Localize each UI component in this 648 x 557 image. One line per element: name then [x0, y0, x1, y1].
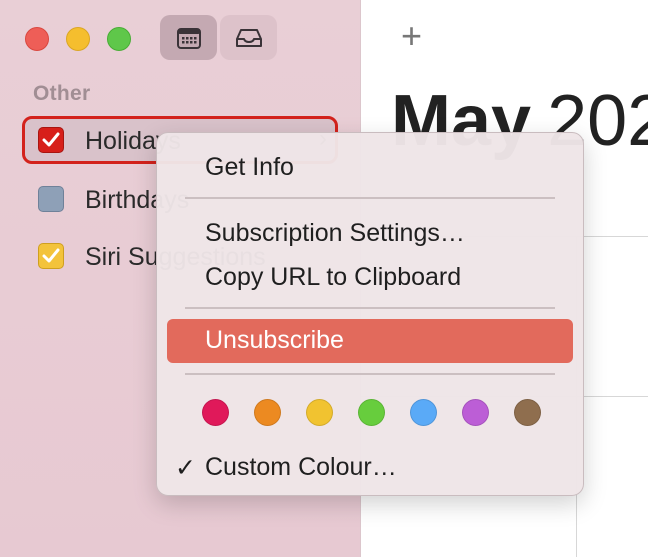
birthdays-checkbox[interactable]	[38, 186, 64, 212]
inbox-icon	[235, 28, 262, 47]
inbox-toggle-button[interactable]	[220, 15, 277, 60]
color-swatch-yellow[interactable]	[306, 399, 333, 426]
menu-item-get-info[interactable]: Get Info	[205, 153, 294, 182]
color-swatch-purple[interactable]	[462, 399, 489, 426]
menu-separator	[185, 307, 555, 309]
color-swatch-blue[interactable]	[410, 399, 437, 426]
context-menu: Get Info Subscription Settings… Copy URL…	[156, 132, 584, 496]
zoom-window-button[interactable]	[107, 27, 131, 51]
holidays-checkbox[interactable]	[38, 127, 64, 153]
menu-separator	[185, 197, 555, 199]
color-swatch-brown[interactable]	[514, 399, 541, 426]
checkmark-icon: ✓	[175, 454, 196, 482]
color-swatch-green[interactable]	[358, 399, 385, 426]
close-window-button[interactable]	[25, 27, 49, 51]
siri-suggestions-checkbox[interactable]	[38, 243, 64, 269]
section-title-other: Other	[33, 82, 91, 105]
menu-item-custom-colour[interactable]: Custom Colour…	[205, 453, 397, 482]
checkmark-icon	[42, 248, 60, 263]
minimize-window-button[interactable]	[66, 27, 90, 51]
menu-item-copy-url[interactable]: Copy URL to Clipboard	[205, 263, 461, 292]
menu-item-subscription-settings[interactable]: Subscription Settings…	[205, 219, 465, 248]
color-swatch-orange[interactable]	[254, 399, 281, 426]
checkmark-icon	[42, 132, 60, 147]
calendar-list-toggle-button[interactable]	[160, 15, 217, 60]
add-event-button[interactable]: +	[401, 18, 422, 54]
menu-item-unsubscribe[interactable]: Unsubscribe	[205, 326, 344, 355]
calendar-icon	[176, 27, 201, 49]
color-swatch-red[interactable]	[202, 399, 229, 426]
menu-separator	[185, 373, 555, 375]
